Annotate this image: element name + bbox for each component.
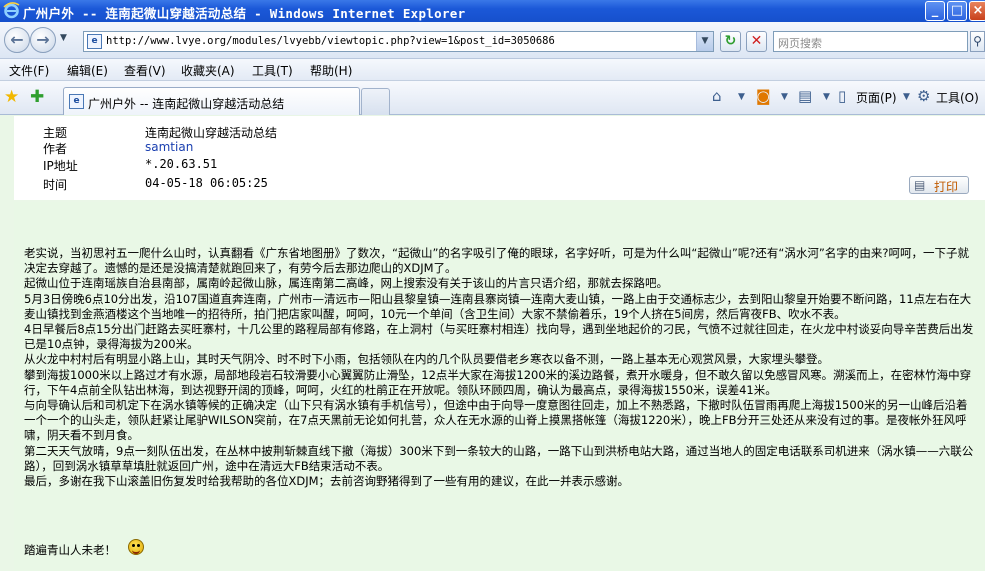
post-paragraph: 攀到海拔1000米以上路过才有水源，局部地段岩石较滑要小心翼翼防止滑坠，12点半… xyxy=(24,367,972,397)
search-icon: ⚲ xyxy=(973,34,982,48)
print-label: 打印 xyxy=(934,180,959,194)
ip-value: *.20.63.51 xyxy=(145,157,218,171)
favorites-star-icon[interactable]: ★ xyxy=(4,87,19,107)
print-dropdown-icon[interactable]: ▼ xyxy=(823,92,830,102)
printer-icon: ▤ xyxy=(914,178,926,192)
maximize-button[interactable]: □ xyxy=(947,1,967,21)
menu-bar: 文件(F) 编辑(E) 查看(V) 收藏夹(A) 工具(T) 帮助(H) xyxy=(0,59,985,81)
post-paragraph: 4日早餐后8点15分出门赶路去买旺寨村，十几公里的路程局部有修路，在上洞村（与买… xyxy=(24,322,974,352)
post-paragraph: 与向导确认后和司机定下在涡水镇等候的正确决定（山下只有涡水镇有手机信号），但途中… xyxy=(24,398,968,443)
new-tab-button[interactable] xyxy=(361,88,390,115)
back-arrow-icon: ← xyxy=(10,30,24,49)
print-toolbar-icon[interactable]: ▤ xyxy=(798,87,812,105)
post-paragraph: 第二天天气放晴，9点一刻队伍出发，在丛林中披荆斩棘直线下撤（海拔）300米下到一… xyxy=(24,443,974,473)
stop-icon: ✕ xyxy=(750,33,763,49)
time-label: 时间 xyxy=(43,178,68,192)
feeds-icon[interactable]: ◙ xyxy=(756,87,771,105)
add-favorites-icon[interactable]: ✚ xyxy=(30,87,44,107)
menu-view[interactable]: 查看(V) xyxy=(124,62,166,79)
minimize-button[interactable]: _ xyxy=(925,1,945,21)
menu-edit[interactable]: 编辑(E) xyxy=(67,62,108,79)
menu-favorites[interactable]: 收藏夹(A) xyxy=(181,62,235,79)
post-paragraph: 5月3日傍晚6点10分出发，沿107国道直奔连南，广州市—清远市—阳山县黎皇镇—… xyxy=(24,291,972,321)
address-dropdown-icon[interactable]: ▼ xyxy=(696,32,713,51)
title-bar: 广州户外 -- 连南起微山穿越活动总结 - Windows Internet E… xyxy=(0,0,985,22)
page-menu-icon: ▯ xyxy=(838,87,847,105)
search-placeholder: 网页搜索 xyxy=(778,37,822,50)
menu-file[interactable]: 文件(F) xyxy=(9,62,49,79)
forward-arrow-icon: → xyxy=(36,30,50,49)
page-content: 主题 连南起微山穿越活动总结 作者 samtian IP地址 *.20.63.5… xyxy=(0,116,985,571)
forward-button[interactable]: → xyxy=(30,27,56,53)
tab-bar: ★ ✚ e 广州户外 -- 连南起微山穿越活动总结 ⌂ ▼ ◙ ▼ ▤ ▼ ▯ … xyxy=(0,81,985,115)
post-paragraph: 从火龙中村村后有明显小路上山，其时天气阴冷、时不时下小雨，包括领队在内的几个队员… xyxy=(24,352,829,367)
home-dropdown-icon[interactable]: ▼ xyxy=(738,92,745,102)
post-paragraph: 老实说，当初思衬五一爬什么山时，认真翻看《广东省地图册》了数次，“起微山”的名字… xyxy=(24,246,969,276)
tab-current[interactable]: e 广州户外 -- 连南起微山穿越活动总结 xyxy=(63,87,360,115)
post-body-area: 老实说，当初思衬五一爬什么山时，认真翻看《广东省地图册》了数次，“起微山”的名字… xyxy=(14,202,985,571)
recent-pages-dropdown-icon[interactable]: ▼ xyxy=(60,33,67,43)
smiley-icon xyxy=(128,539,144,555)
refresh-icon: ↻ xyxy=(724,33,737,49)
post-body: 老实说，当初思衬五一爬什么山时，认真翻看《广东省地图册》了数次，“起微山”的名字… xyxy=(24,246,974,489)
subject-label: 主题 xyxy=(43,126,68,140)
time-value: 04-05-18 06:05:25 xyxy=(145,176,268,190)
tab-label: 广州户外 -- 连南起微山穿越活动总结 xyxy=(88,97,285,111)
print-button[interactable]: ▤ 打印 xyxy=(909,176,969,194)
post-paragraph: 起微山位于连南瑶族自治县南部，属南岭起微山脉，属连南第二高峰，网上搜索没有关于该… xyxy=(24,276,668,291)
page-dropdown-icon[interactable]: ▼ xyxy=(903,92,910,102)
search-input[interactable]: 网页搜索 xyxy=(773,31,968,52)
feeds-dropdown-icon[interactable]: ▼ xyxy=(781,92,788,102)
tools-menu-button[interactable]: 工具(O) xyxy=(936,89,979,106)
author-label: 作者 xyxy=(43,142,68,156)
tools-gear-icon: ⚙ xyxy=(917,87,931,105)
search-button[interactable]: ⚲ xyxy=(970,31,985,52)
address-bar[interactable]: e http://www.lvye.org/modules/lvyebb/vie… xyxy=(83,31,714,52)
tab-favicon-icon: e xyxy=(69,94,84,109)
ip-label: IP地址 xyxy=(43,159,78,173)
address-url[interactable]: http://www.lvye.org/modules/lvyebb/viewt… xyxy=(106,35,555,47)
stop-button[interactable]: ✕ xyxy=(746,31,767,52)
menu-tools[interactable]: 工具(T) xyxy=(252,62,293,79)
window-title: 广州户外 -- 连南起微山穿越活动总结 - Windows Internet E… xyxy=(23,6,466,21)
subject-value: 连南起微山穿越活动总结 xyxy=(145,126,278,140)
ie-logo-icon xyxy=(3,2,20,19)
post-paragraph: 最后，多谢在我下山滚盖旧伤复发时给我帮助的各位XDJM；去前咨询野猪得到了一些有… xyxy=(24,474,630,489)
page-menu-button[interactable]: 页面(P) xyxy=(856,89,897,106)
address-toolbar: ← → ▼ e http://www.lvye.org/modules/lvye… xyxy=(0,22,985,59)
page-favicon-icon: e xyxy=(87,34,102,49)
close-window-button[interactable]: × xyxy=(969,1,985,21)
author-link[interactable]: samtian xyxy=(145,140,193,154)
refresh-button[interactable]: ↻ xyxy=(720,31,741,52)
post-header: 主题 连南起微山穿越活动总结 作者 samtian IP地址 *.20.63.5… xyxy=(14,116,985,200)
back-button[interactable]: ← xyxy=(4,27,30,53)
signature: 踏遍青山人未老！ xyxy=(24,543,116,557)
home-icon[interactable]: ⌂ xyxy=(712,87,722,105)
menu-help[interactable]: 帮助(H) xyxy=(310,62,352,79)
